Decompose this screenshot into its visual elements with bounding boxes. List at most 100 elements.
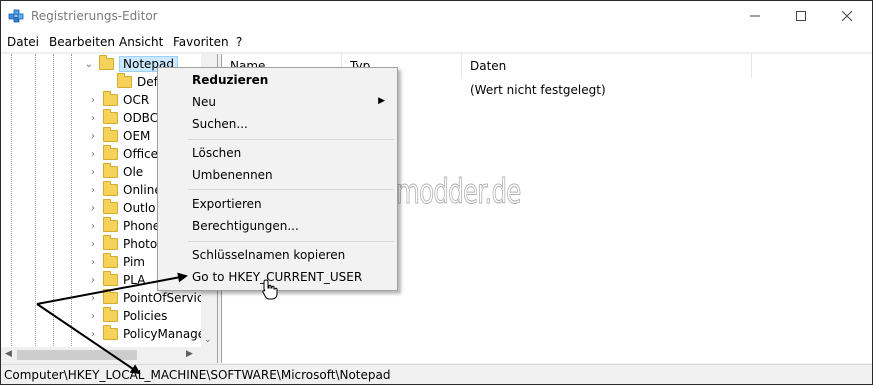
chevron-right-icon[interactable]: › bbox=[87, 325, 99, 343]
value-data-cell[interactable]: (Wert nicht festgelegt) bbox=[470, 83, 606, 97]
tree-item[interactable]: › PointOfService bbox=[87, 289, 211, 307]
folder-icon bbox=[103, 253, 118, 268]
maximize-icon bbox=[796, 11, 806, 21]
menu-separator bbox=[188, 189, 394, 190]
tree-item[interactable]: › Outlo bbox=[87, 199, 155, 217]
menu-bearbeiten[interactable]: Bearbeiten bbox=[49, 35, 115, 49]
menu-item-schluesselnamen-kopieren[interactable]: Schlüsselnamen kopieren bbox=[160, 245, 395, 267]
chevron-right-icon[interactable]: › bbox=[87, 127, 99, 145]
tree-item-label: Pim bbox=[123, 255, 145, 269]
close-icon bbox=[842, 11, 852, 21]
folder-icon bbox=[103, 325, 118, 340]
chevron-right-icon[interactable]: › bbox=[87, 199, 99, 217]
tree-item-label: Def bbox=[137, 75, 158, 89]
tree-item[interactable]: › Pim bbox=[87, 253, 145, 271]
folder-icon bbox=[103, 127, 118, 142]
folder-icon bbox=[103, 109, 118, 124]
tree-item-default[interactable]: Def bbox=[113, 73, 158, 91]
tree-item[interactable]: › Phone bbox=[87, 217, 160, 235]
folder-icon bbox=[99, 55, 114, 70]
chevron-right-icon[interactable]: › bbox=[87, 217, 99, 235]
menu-datei[interactable]: Datei bbox=[7, 35, 39, 49]
tree-item[interactable]: › Office bbox=[87, 145, 158, 163]
menu-separator bbox=[188, 241, 394, 242]
tree-guide-line bbox=[11, 54, 12, 348]
menu-item-umbenennen[interactable]: Umbenennen bbox=[160, 165, 395, 187]
tree-item-label: Outlo bbox=[123, 201, 156, 215]
menu-help[interactable]: ? bbox=[236, 35, 242, 49]
menu-ansicht[interactable]: Ansicht bbox=[119, 35, 163, 49]
folder-icon bbox=[103, 199, 118, 214]
chevron-right-icon[interactable]: › bbox=[87, 163, 99, 181]
menu-item-label: Neu bbox=[192, 95, 216, 109]
menu-separator bbox=[188, 139, 394, 140]
folder-icon bbox=[103, 289, 118, 304]
folder-icon bbox=[103, 271, 118, 286]
tree-guide-line bbox=[71, 54, 72, 348]
folder-icon bbox=[103, 307, 118, 322]
chevron-down-icon[interactable]: ⌄ bbox=[83, 55, 95, 73]
tree-item-label: Online bbox=[123, 183, 162, 197]
chevron-right-icon[interactable]: › bbox=[87, 91, 99, 109]
tree-item[interactable]: › OEM bbox=[87, 127, 150, 145]
regedit-icon bbox=[8, 8, 24, 24]
tree-item[interactable]: › Policies bbox=[87, 307, 167, 325]
status-path: Computer\HKEY_LOCAL_MACHINE\SOFTWARE\Mic… bbox=[4, 368, 391, 382]
menu-item-berechtigungen[interactable]: Berechtigungen... bbox=[160, 216, 395, 238]
tree-item-label: Phone bbox=[123, 219, 161, 233]
tree-item[interactable]: › PolicyManage bbox=[87, 325, 205, 343]
folder-icon bbox=[117, 73, 132, 88]
chevron-right-icon[interactable]: › bbox=[87, 271, 99, 289]
scroll-right-icon[interactable]: ▶ bbox=[186, 349, 193, 359]
menu-item-suchen[interactable]: Suchen... bbox=[160, 114, 395, 136]
maximize-button[interactable] bbox=[778, 1, 824, 31]
scroll-left-icon[interactable]: ◀ bbox=[5, 349, 12, 359]
tree-item-label: OCR bbox=[123, 93, 150, 107]
tree-item[interactable]: › PLA bbox=[87, 271, 145, 289]
tree-item-label: Ole bbox=[123, 165, 144, 179]
tree-item-label: PolicyManage bbox=[123, 327, 206, 341]
tree-item-label: ODBC bbox=[123, 111, 159, 125]
tree-guide-line bbox=[35, 54, 36, 348]
chevron-right-icon[interactable]: › bbox=[87, 109, 99, 127]
chevron-right-icon[interactable]: › bbox=[87, 235, 99, 253]
menu-item-go-to-hkcu[interactable]: Go to HKEY_CURRENT_USER bbox=[160, 267, 395, 289]
folder-icon bbox=[103, 91, 118, 106]
chevron-right-icon[interactable]: › bbox=[87, 181, 99, 199]
tree-item[interactable]: › Online bbox=[87, 181, 162, 199]
scroll-down-icon[interactable]: ⌄ bbox=[204, 335, 212, 345]
tree-item-label: Office bbox=[123, 147, 159, 161]
status-bar: Computer\HKEY_LOCAL_MACHINE\SOFTWARE\Mic… bbox=[1, 364, 872, 384]
menu-item-loeschen[interactable]: Löschen bbox=[160, 143, 395, 165]
column-header-data[interactable]: Daten bbox=[462, 54, 752, 78]
context-menu: Reduzieren Neu ▶ Suchen... Löschen Umben… bbox=[157, 67, 398, 291]
menu-item-neu[interactable]: Neu ▶ bbox=[160, 92, 395, 114]
minimize-icon bbox=[750, 15, 760, 17]
chevron-right-icon[interactable]: › bbox=[87, 307, 99, 325]
minimize-button[interactable] bbox=[732, 1, 778, 31]
tree-item[interactable]: › Ole bbox=[87, 163, 143, 181]
folder-icon bbox=[103, 181, 118, 196]
menu-favoriten[interactable]: Favoriten bbox=[173, 35, 229, 49]
scrollbar-thumb[interactable] bbox=[17, 350, 137, 360]
tree-item-label: OEM bbox=[123, 129, 151, 143]
tree-item[interactable]: › OCR bbox=[87, 91, 149, 109]
tree-horizontal-scrollbar[interactable]: ◀ ▶ bbox=[1, 347, 217, 363]
tree-item[interactable]: › ODBC bbox=[87, 109, 158, 127]
tree-item-label: PointOfService bbox=[123, 291, 211, 305]
tree-item-label: PLA bbox=[123, 273, 146, 287]
registry-editor-window: Registrierungs-Editor Datei Bearbeiten A… bbox=[0, 0, 873, 385]
chevron-right-icon[interactable]: › bbox=[87, 289, 99, 307]
tree-guide-line bbox=[53, 54, 54, 348]
folder-icon bbox=[103, 235, 118, 250]
title-bar: Registrierungs-Editor bbox=[1, 1, 872, 32]
folder-icon bbox=[103, 217, 118, 232]
scrollbar-corner bbox=[202, 347, 217, 363]
menu-item-reduzieren[interactable]: Reduzieren bbox=[160, 70, 395, 92]
close-button[interactable] bbox=[824, 1, 870, 31]
chevron-right-icon[interactable]: › bbox=[87, 145, 99, 163]
window-title: Registrierungs-Editor bbox=[31, 9, 158, 23]
tree-item[interactable]: › Photos bbox=[87, 235, 163, 253]
chevron-right-icon[interactable]: › bbox=[87, 253, 99, 271]
menu-item-exportieren[interactable]: Exportieren bbox=[160, 194, 395, 216]
